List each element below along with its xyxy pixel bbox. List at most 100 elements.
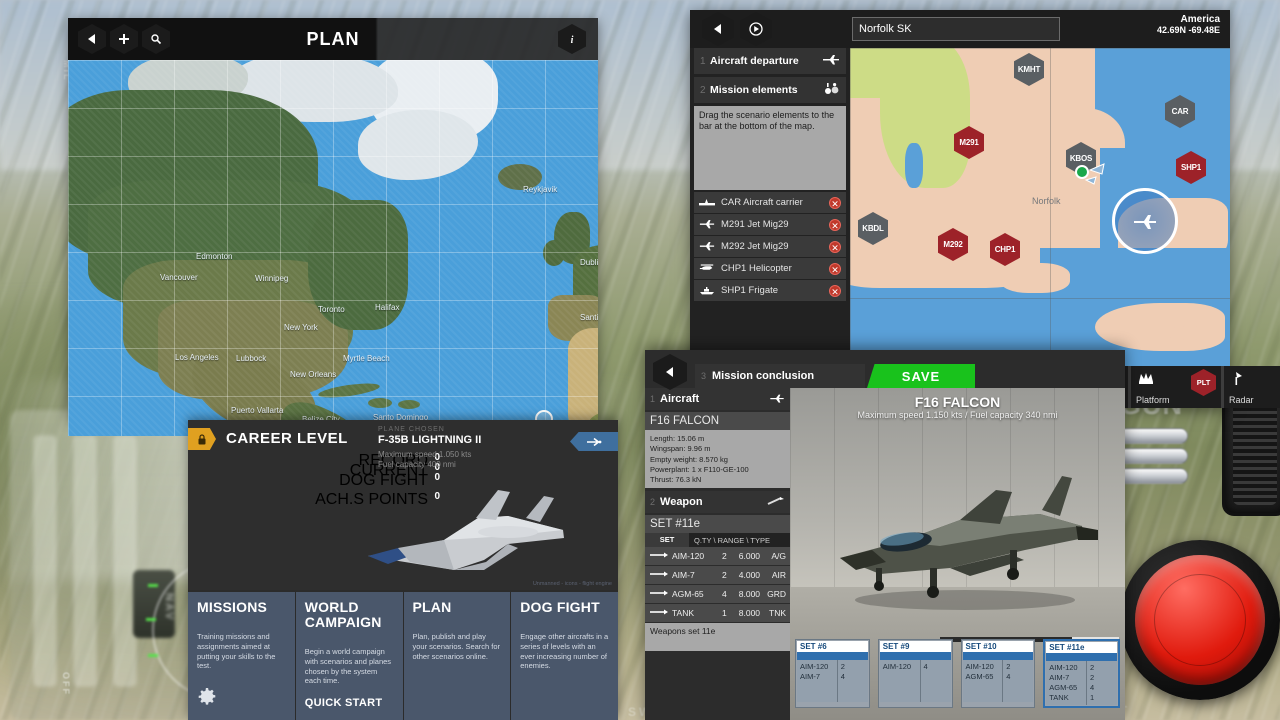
- set-item-name: AIM-120: [883, 662, 917, 672]
- weapon-range: 6.000: [727, 551, 760, 561]
- gear-icon[interactable]: [197, 687, 217, 712]
- weapon-set-divider: [797, 652, 868, 660]
- set-item-qty: 4: [1090, 683, 1114, 693]
- map-graticule: [68, 60, 598, 436]
- menu-tile-description: Engage other aircrafts in a series of le…: [520, 632, 609, 671]
- add-button[interactable]: [110, 24, 138, 54]
- weapon-name: AIM-120: [669, 551, 710, 561]
- menu-tile-dog-fight[interactable]: DOG FIGHT Engage other aircrafts in a ser…: [511, 592, 618, 720]
- mission-element-label: CHP1 Helicopter: [721, 263, 823, 274]
- weapon-set-card[interactable]: SET #9AIM-1204: [878, 639, 953, 709]
- palette-item-platform[interactable]: PLTPlatform: [1131, 366, 1221, 408]
- close-icon[interactable]: ✕: [829, 219, 841, 231]
- ship-icon: [699, 282, 715, 300]
- mission-conclusion-row[interactable]: 3 Mission conclusion: [695, 364, 865, 388]
- back-button[interactable]: [653, 354, 687, 390]
- loadout-sidebar: 1 Aircraft F16 FALCON Length: 15.06 m Wi…: [645, 388, 790, 720]
- section-label: Weapon: [660, 496, 762, 508]
- section-weapon[interactable]: 2 Weapon: [645, 491, 790, 513]
- f16-3d-model[interactable]: [810, 450, 1110, 620]
- missile-icon: [649, 589, 669, 599]
- close-icon[interactable]: ✕: [829, 263, 841, 275]
- section-aircraft[interactable]: 1 Aircraft: [645, 388, 790, 410]
- weapon-table-body: AIM-12026.000A/GAIM-724.000AIRAGM-6548.0…: [645, 547, 790, 622]
- set-item-qty: 2: [841, 662, 865, 672]
- map-city-label: New Orleans: [290, 370, 336, 379]
- weapon-row[interactable]: AIM-724.000AIR: [645, 566, 790, 584]
- set-item-name: AGM-65: [1049, 683, 1083, 693]
- step-mission-elements[interactable]: 2 Mission elements: [694, 77, 846, 103]
- menu-tile-plan[interactable]: PLANPlan, publish and play your scenario…: [404, 592, 512, 720]
- close-icon[interactable]: ✕: [829, 197, 841, 209]
- region-coordinates: 42.69N -69.48E: [1157, 25, 1220, 35]
- aircraft-loadout-window: 3 Mission conclusion SAVE 1 Aircraft F16…: [645, 350, 1125, 720]
- mission-element-item[interactable]: CAR Aircraft carrier ✕: [694, 192, 846, 213]
- spec-length: Length: 15.06 m: [650, 434, 785, 444]
- spec-empty-weight: Empty weight: 8.570 kg: [650, 455, 785, 465]
- map-city-label: Vancouver: [160, 273, 198, 282]
- menu-tile-missions[interactable]: MISSIONSTraining missions and assignment…: [188, 592, 296, 720]
- set-item-name: AGM-65: [966, 672, 1000, 682]
- mission-element-label: SHP1 Frigate: [721, 285, 823, 296]
- back-button[interactable]: [702, 12, 734, 46]
- set-item-qty: 4: [841, 672, 865, 682]
- career-panel: CAREER LEVEL RECORD 0 CURRENT 0 DOG FIGH…: [188, 420, 618, 720]
- menu-tile-title: DOG FIGHT: [520, 600, 609, 615]
- weapon-row[interactable]: AGM-6548.000GRD: [645, 585, 790, 603]
- hangar-aircraft-header: F16 FALCON Maximum speed 1.150 kts / Fue…: [790, 394, 1125, 420]
- aircraft-model-name[interactable]: F16 FALCON: [645, 412, 790, 430]
- plane-chosen-label: PLANE CHOSEN: [378, 426, 445, 433]
- mission-element-item[interactable]: M291 Jet Mig29✕: [694, 214, 846, 235]
- set-item-name: AIM-120: [966, 662, 1000, 672]
- save-button[interactable]: SAVE: [867, 364, 975, 388]
- set-item-qty: 2: [1090, 663, 1114, 673]
- missile-icon: [649, 608, 669, 618]
- palette-item-radar[interactable]: Radar: [1224, 366, 1280, 408]
- weapon-row[interactable]: AIM-12026.000A/G: [645, 547, 790, 565]
- info-icon[interactable]: i: [558, 24, 586, 54]
- weapon-table-header: SET Q.TY \ RANGE \ TYPE: [645, 533, 790, 547]
- mission-element-item[interactable]: M292 Jet Mig29 ✕: [694, 236, 846, 257]
- next-plane-button[interactable]: [570, 432, 618, 451]
- weapon-set-card[interactable]: SET #11eAIM-120AIM-7AGM-65TANK2241: [1043, 639, 1120, 709]
- quick-start-button[interactable]: QUICK START: [305, 697, 383, 709]
- map-city-label: Lubbock: [236, 354, 266, 363]
- aircraft-3d-preview: [358, 478, 578, 590]
- map-city-label: Puerto Vallarta: [231, 406, 283, 415]
- world-map[interactable]: EdmontonVancouverWinnipegTorontoHalifaxN…: [68, 60, 598, 436]
- weapon-qty: 4: [710, 589, 727, 599]
- mission-element-label: M292 Jet Mig29: [721, 241, 823, 252]
- search-icon[interactable]: [142, 24, 170, 54]
- mission-element-item[interactable]: CHP1 Helicopter ✕: [694, 258, 846, 279]
- close-icon[interactable]: ✕: [829, 285, 841, 297]
- weapon-set-card[interactable]: SET #6AIM-120AIM-724: [795, 639, 870, 709]
- map-city-label: Myrtle Beach: [343, 354, 390, 363]
- fire-button[interactable]: [1120, 540, 1280, 700]
- platform-icon: [1137, 370, 1155, 389]
- back-button[interactable]: [78, 24, 106, 54]
- step-number: 2: [700, 85, 710, 96]
- menu-tile-world-campaign[interactable]: WORLD CAMPAIGNBegin a world campaign wit…: [296, 592, 404, 720]
- weapon-set-card[interactable]: SET #10AIM-120AGM-6524: [961, 639, 1036, 709]
- step-aircraft-departure[interactable]: 1 Aircraft departure: [694, 48, 846, 74]
- career-summary: CAREER LEVEL RECORD 0 CURRENT 0 DOG FIGH…: [188, 420, 618, 590]
- close-icon[interactable]: ✕: [829, 241, 841, 253]
- map-city-label: New York: [284, 323, 318, 332]
- weapon-row[interactable]: TANK18.000TNK: [645, 604, 790, 622]
- spec-wingspan: Wingspan: 9.96 m: [650, 444, 785, 454]
- location-input[interactable]: [852, 17, 1060, 41]
- svg-text:i: i: [571, 35, 574, 46]
- map-city-label: Los Angeles: [175, 353, 219, 362]
- mission-editor-window: America 42.69N -69.48E 1 Aircraft depart…: [690, 10, 1230, 408]
- region-map[interactable]: Norfolk KMHTCARKBOSKBDLM291SHP1M292CHP1: [850, 48, 1230, 366]
- region-info: America 42.69N -69.48E: [1157, 14, 1220, 35]
- mission-element-item[interactable]: SHP1 Frigate ✕: [694, 280, 846, 301]
- spec-thrust: Thrust: 76.3 kN: [650, 475, 785, 485]
- selected-unit-ring[interactable]: [1112, 188, 1178, 254]
- mission-element-label: CAR Aircraft carrier: [721, 197, 823, 208]
- menu-tile-title: PLAN: [413, 600, 502, 615]
- play-button[interactable]: [740, 12, 772, 46]
- weapon-set-name[interactable]: SET #11e: [645, 515, 790, 533]
- set-item-qty: 2: [1090, 673, 1114, 683]
- map-city-label: Edmonton: [196, 252, 232, 261]
